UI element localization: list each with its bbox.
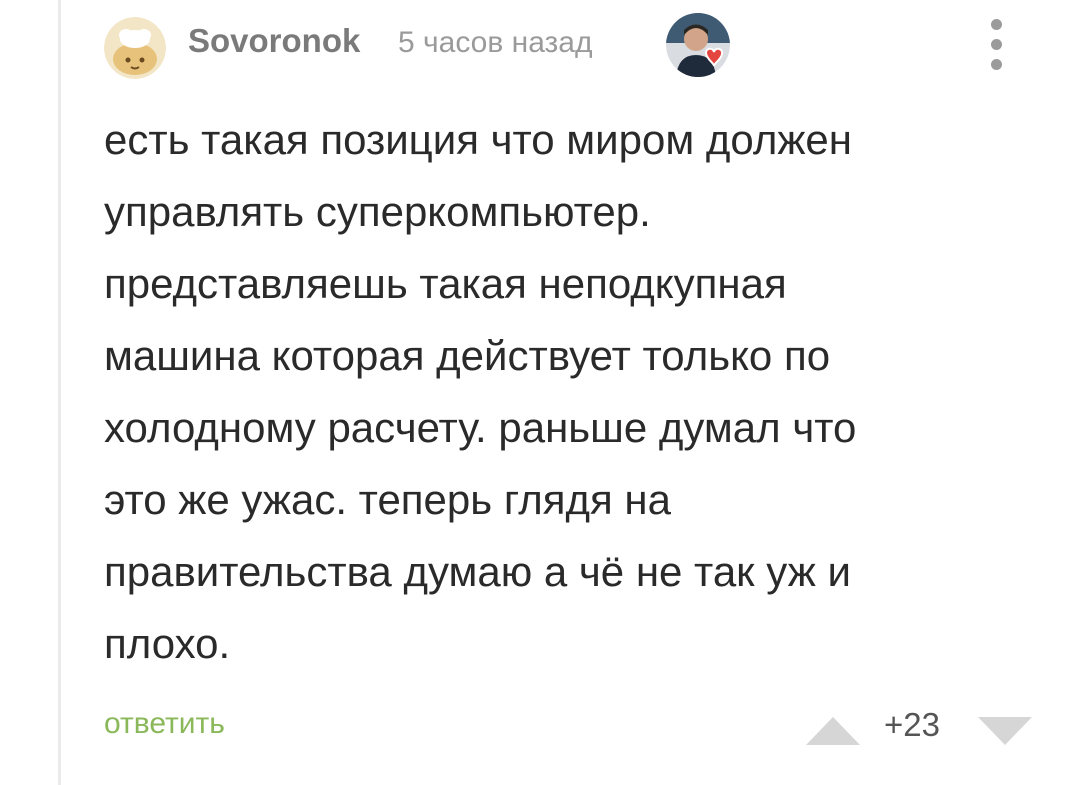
comment-body-line: управлять суперкомпьютер. [104, 188, 651, 235]
comment-body-line: плохо. [104, 620, 231, 667]
comment-body: есть такая позиция что миром должен упра… [104, 104, 1004, 680]
comment-body-line: правительства думаю а чё не так уж и [104, 548, 851, 595]
comment-menu-icon[interactable] [984, 17, 1010, 73]
reply-button[interactable]: ответить [104, 707, 225, 741]
comment-rating: +23 [884, 706, 940, 743]
author-avatar-icon[interactable] [104, 17, 166, 79]
user-photo-heart-badge-icon [666, 13, 730, 77]
comment-body-line: это же ужас. теперь глядя на [104, 476, 671, 523]
comment-body-line: холодному расчету. раньше думал что [104, 404, 857, 451]
comment-body-line: представляешь такая неподкупная [104, 260, 787, 307]
vote-up-icon[interactable] [804, 715, 862, 747]
comment-timestamp: 5 часов назад [398, 26, 593, 59]
author-username[interactable]: Sovoronok [188, 22, 360, 60]
vote-down-icon[interactable] [976, 715, 1034, 747]
comment-body-line: есть такая позиция что миром должен [104, 116, 852, 163]
comment-header: Sovoronok 5 часов назад [104, 13, 1044, 79]
comment-body-line: машина которая действует только по [104, 332, 831, 379]
comment-thread-line [58, 0, 61, 785]
